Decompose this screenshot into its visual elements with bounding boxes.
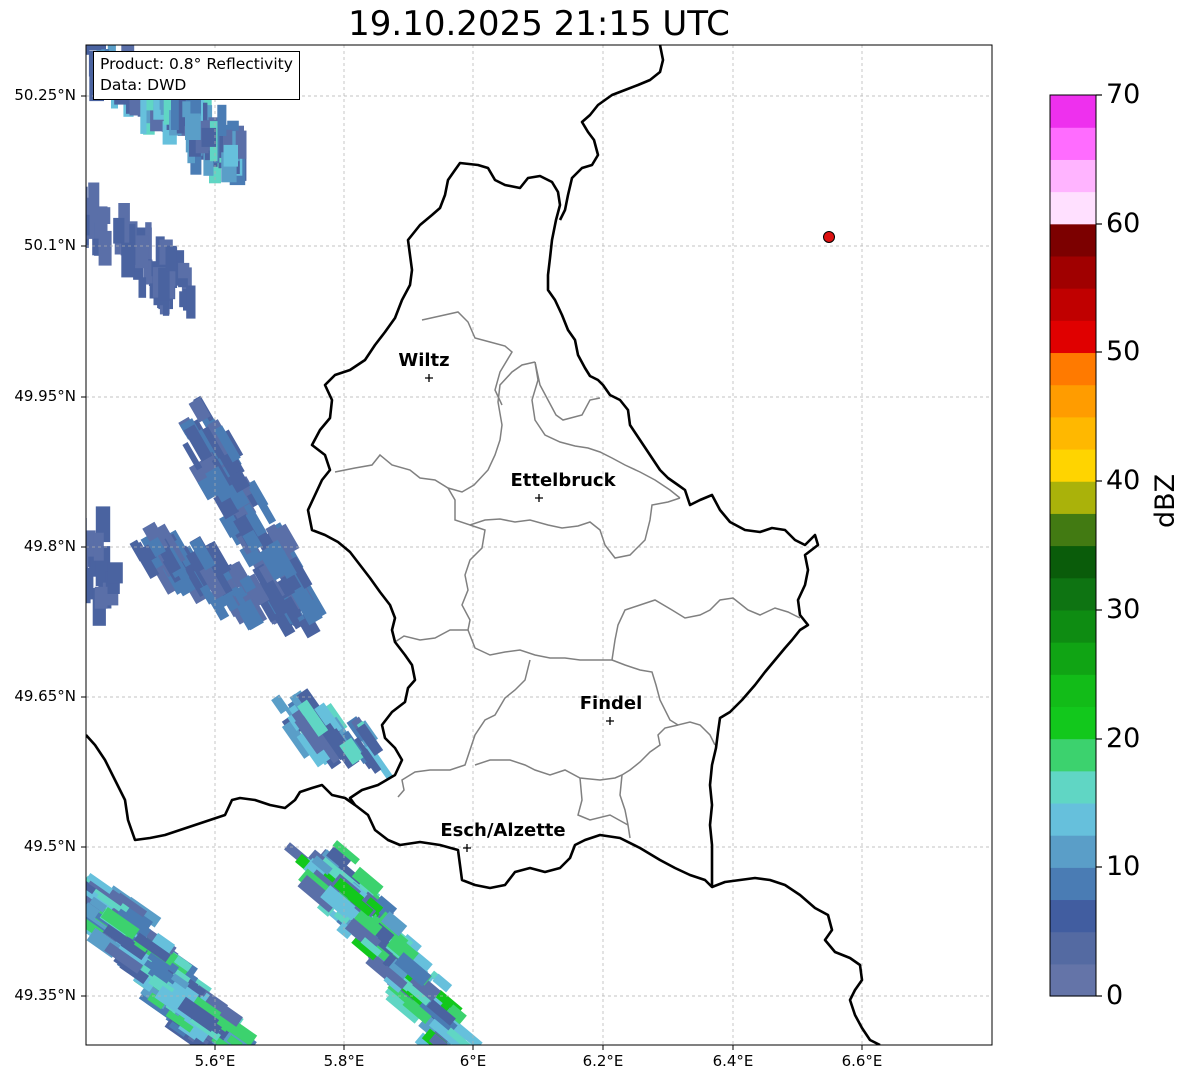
colorbar-segment: [1050, 481, 1096, 514]
city-label-findel: Findel: [579, 693, 643, 714]
lon-tick-label: 5.8°E: [323, 1052, 365, 1070]
colorbar-tick-label: 60: [1106, 208, 1141, 239]
lat-tick-label: 49.8°N: [23, 537, 76, 555]
lon-tick-label: 6.6°E: [841, 1052, 883, 1070]
colorbar-segment: [1050, 577, 1096, 611]
map-frame: [85, 44, 993, 1046]
lat-tick-label: 49.95°N: [14, 387, 76, 405]
colorbar-segment: [1050, 899, 1096, 933]
colorbar-segment: [1050, 255, 1096, 289]
red-dot-marker: [823, 231, 835, 243]
colorbar-tick-label: 0: [1106, 980, 1124, 1011]
colorbar-segment: [1050, 802, 1096, 836]
colorbar-segment: [1050, 835, 1096, 868]
product-label: Product: 0.8° Reflectivity: [100, 55, 293, 73]
colorbar-segment: [1050, 320, 1096, 354]
colorbar-segment: [1050, 223, 1096, 257]
lat-tick-label: 49.65°N: [14, 687, 76, 705]
colorbar-segment: [1050, 191, 1096, 225]
radar-map: [81, 44, 1102, 1050]
canton-borders: [334, 311, 801, 839]
colorbar-segment: [1050, 674, 1096, 707]
colorbar-tick-label: 30: [1106, 594, 1141, 625]
colorbar-segment: [1050, 127, 1096, 160]
city-label-wiltz: Wiltz: [398, 350, 450, 371]
lat-tick-label: 50.25°N: [14, 86, 76, 104]
lat-tick-label: 49.5°N: [23, 837, 76, 855]
lon-tick-label: 6.2°E: [582, 1052, 624, 1070]
colorbar: [1050, 95, 1096, 997]
radar-echoes: [86, 45, 483, 1045]
colorbar-segment: [1050, 545, 1096, 579]
product-info-box: Product: 0.8° Reflectivity Data: DWD: [93, 51, 300, 100]
data-source-label: Data: DWD: [100, 76, 187, 94]
colorbar-segment: [1050, 931, 1096, 965]
colorbar-segment: [1050, 738, 1096, 772]
colorbar-segment: [1050, 448, 1096, 482]
colorbar-segment: [1050, 416, 1096, 450]
city-label-esch-alzette: Esch/Alzette: [440, 820, 566, 841]
colorbar-segment: [1050, 867, 1096, 901]
colorbar-segment: [1050, 642, 1096, 675]
colorbar-segment: [1050, 513, 1096, 547]
lon-tick-label: 5.6°E: [194, 1052, 236, 1070]
colorbar-tick-label: 20: [1106, 723, 1141, 754]
colorbar-tick-label: 10: [1106, 851, 1141, 882]
city-label-ettelbruck: Ettelbruck: [510, 470, 616, 491]
colorbar-segment: [1050, 159, 1096, 193]
grid-lines: [86, 45, 992, 1045]
colorbar-unit-label: dBZ: [1150, 473, 1181, 528]
lon-tick-label: 6°E: [459, 1052, 487, 1070]
colorbar-segment: [1050, 706, 1096, 740]
colorbar-segment: [1050, 963, 1096, 997]
colorbar-segment: [1050, 384, 1096, 418]
colorbar-segment: [1050, 609, 1096, 643]
colorbar-segment: [1050, 352, 1096, 386]
lon-tick-label: 6.4°E: [712, 1052, 754, 1070]
lat-tick-label: 50.1°N: [23, 236, 76, 254]
colorbar-tick-label: 50: [1106, 336, 1141, 367]
lat-tick-label: 49.35°N: [14, 986, 76, 1004]
colorbar-segment: [1050, 770, 1096, 804]
colorbar-segment: [1050, 95, 1096, 128]
city-markers: [425, 374, 614, 852]
colorbar-ticks: [1096, 94, 1102, 997]
colorbar-segment: [1050, 288, 1096, 321]
colorbar-tick-label: 70: [1106, 79, 1141, 110]
colorbar-tick-label: 40: [1106, 465, 1141, 496]
